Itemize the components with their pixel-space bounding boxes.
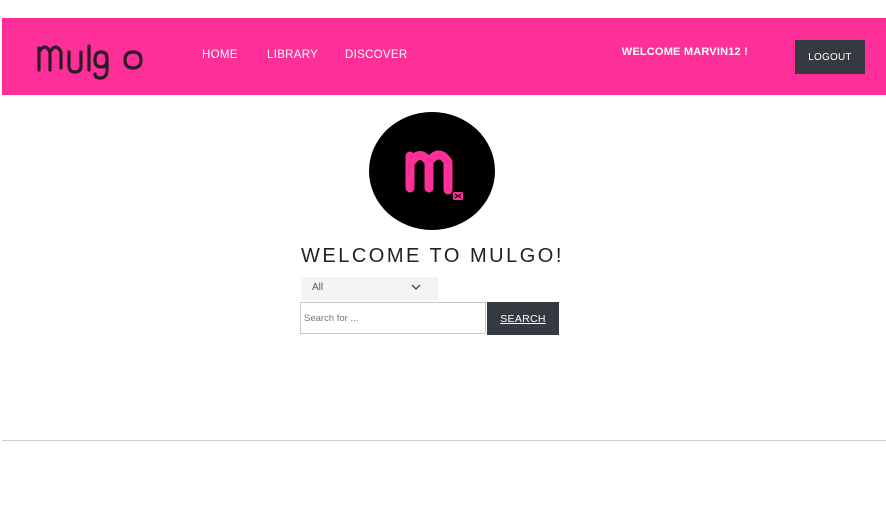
nav-discover-link[interactable]: DISCOVER [345, 49, 407, 61]
search-button[interactable]: SEARCH [487, 302, 559, 335]
search-input[interactable] [300, 302, 486, 334]
chevron-down-icon [411, 284, 421, 290]
mulgo-logo[interactable] [35, 34, 155, 82]
nav-library-link[interactable]: LIBRARY [267, 49, 318, 61]
category-select-value: All [312, 282, 324, 293]
footer-divider [2, 440, 886, 441]
nav-home-link[interactable]: HOME [202, 49, 238, 61]
mulgo-brand-icon [369, 112, 495, 230]
logout-button[interactable]: LOGOUT [795, 40, 865, 74]
page-title: WELCOME TO MULGO! [301, 245, 564, 267]
welcome-user-text: WELCOME MARVIN12 ! [621, 46, 748, 58]
top-navbar: HOME LIBRARY DISCOVER WELCOME MARVIN12 !… [2, 18, 886, 95]
category-select[interactable]: All [301, 277, 438, 300]
